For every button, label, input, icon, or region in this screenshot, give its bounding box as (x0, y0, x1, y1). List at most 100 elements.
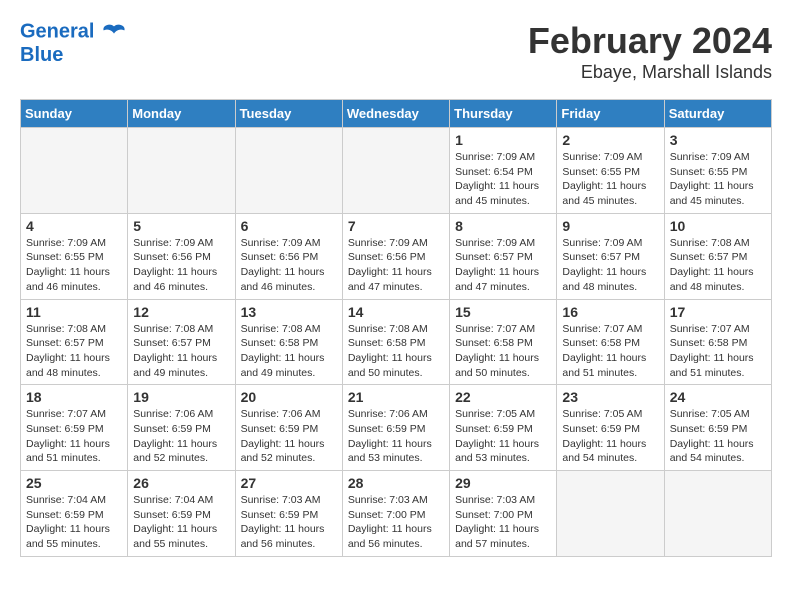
day-info: Sunrise: 7:03 AMSunset: 7:00 PMDaylight:… (348, 493, 444, 552)
month-title: February 2024 (528, 20, 772, 62)
calendar-cell: 28 Sunrise: 7:03 AMSunset: 7:00 PMDayligh… (342, 471, 449, 557)
calendar-cell: 6 Sunrise: 7:09 AMSunset: 6:56 PMDaylight… (235, 213, 342, 299)
day-number: 13 (241, 304, 337, 320)
day-number: 15 (455, 304, 551, 320)
logo-bird-icon (102, 20, 126, 44)
logo-general: General (20, 20, 94, 42)
day-info: Sunrise: 7:08 AMSunset: 6:58 PMDaylight:… (241, 322, 337, 381)
weekday-header-monday: Monday (128, 100, 235, 128)
day-info: Sunrise: 7:05 AMSunset: 6:59 PMDaylight:… (562, 407, 658, 466)
day-info: Sunrise: 7:03 AMSunset: 7:00 PMDaylight:… (455, 493, 551, 552)
calendar-table: SundayMondayTuesdayWednesdayThursdayFrid… (20, 99, 772, 557)
calendar-cell: 5Sunrise: 7:09 AMSunset: 6:56 PMDaylight… (128, 213, 235, 299)
day-info: Sunrise: 7:09 AMSunset: 6:56 PMDaylight:… (133, 236, 229, 295)
weekday-header-friday: Friday (557, 100, 664, 128)
page-header: General Blue February 2024 Ebaye, Marsha… (20, 20, 772, 83)
day-number: 1 (455, 132, 551, 148)
day-info: Sunrise: 7:04 AMSunset: 6:59 PMDaylight:… (133, 493, 229, 552)
day-info: Sunrise: 7:07 AMSunset: 6:58 PMDaylight:… (562, 322, 658, 381)
week-row-5: 25 Sunrise: 7:04 AMSunset: 6:59 PMDayligh… (21, 471, 772, 557)
day-number: 24 (670, 389, 766, 405)
day-info: Sunrise: 7:09 AMSunset: 6:57 PMDaylight:… (562, 236, 658, 295)
logo: General Blue (20, 20, 126, 66)
day-info: Sunrise: 7:09 AMSunset: 6:55 PMDaylight:… (562, 150, 658, 209)
calendar-cell (557, 471, 664, 557)
day-info: Sunrise: 7:06 AMSunset: 6:59 PMDaylight:… (241, 407, 337, 466)
day-number: 7 (348, 218, 444, 234)
calendar-cell: 8 Sunrise: 7:09 AMSunset: 6:57 PMDaylight… (450, 213, 557, 299)
weekday-header-sunday: Sunday (21, 100, 128, 128)
day-info: Sunrise: 7:09 AMSunset: 6:57 PMDaylight:… (455, 236, 551, 295)
calendar-cell: 14 Sunrise: 7:08 AMSunset: 6:58 PMDayligh… (342, 299, 449, 385)
day-info: Sunrise: 7:04 AMSunset: 6:59 PMDaylight:… (26, 493, 122, 552)
day-number: 2 (562, 132, 658, 148)
day-info: Sunrise: 7:08 AMSunset: 6:57 PMDaylight:… (670, 236, 766, 295)
day-number: 23 (562, 389, 658, 405)
day-number: 14 (348, 304, 444, 320)
day-info: Sunrise: 7:07 AMSunset: 6:58 PMDaylight:… (670, 322, 766, 381)
day-info: Sunrise: 7:06 AMSunset: 6:59 PMDaylight:… (133, 407, 229, 466)
week-row-4: 18 Sunrise: 7:07 AMSunset: 6:59 PMDayligh… (21, 385, 772, 471)
day-number: 3 (670, 132, 766, 148)
calendar-cell: 12Sunrise: 7:08 AMSunset: 6:57 PMDayligh… (128, 299, 235, 385)
day-info: Sunrise: 7:07 AMSunset: 6:58 PMDaylight:… (455, 322, 551, 381)
day-number: 20 (241, 389, 337, 405)
calendar-cell: 26Sunrise: 7:04 AMSunset: 6:59 PMDayligh… (128, 471, 235, 557)
day-number: 17 (670, 304, 766, 320)
day-number: 10 (670, 218, 766, 234)
calendar-cell: 22Sunrise: 7:05 AMSunset: 6:59 PMDayligh… (450, 385, 557, 471)
calendar-cell: 29 Sunrise: 7:03 AMSunset: 7:00 PMDayligh… (450, 471, 557, 557)
week-row-1: 1 Sunrise: 7:09 AMSunset: 6:54 PMDaylight… (21, 128, 772, 214)
calendar-cell: 3 Sunrise: 7:09 AMSunset: 6:55 PMDaylight… (664, 128, 771, 214)
weekday-header-tuesday: Tuesday (235, 100, 342, 128)
calendar-cell: 9 Sunrise: 7:09 AMSunset: 6:57 PMDaylight… (557, 213, 664, 299)
day-number: 27 (241, 475, 337, 491)
day-info: Sunrise: 7:09 AMSunset: 6:56 PMDaylight:… (241, 236, 337, 295)
day-info: Sunrise: 7:07 AMSunset: 6:59 PMDaylight:… (26, 407, 122, 466)
calendar-cell (235, 128, 342, 214)
day-number: 19 (133, 389, 229, 405)
day-number: 21 (348, 389, 444, 405)
location-title: Ebaye, Marshall Islands (528, 62, 772, 83)
day-number: 11 (26, 304, 122, 320)
calendar-cell (21, 128, 128, 214)
day-number: 6 (241, 218, 337, 234)
weekday-header-thursday: Thursday (450, 100, 557, 128)
day-number: 22 (455, 389, 551, 405)
calendar-cell: 4 Sunrise: 7:09 AMSunset: 6:55 PMDaylight… (21, 213, 128, 299)
calendar-cell: 23 Sunrise: 7:05 AMSunset: 6:59 PMDayligh… (557, 385, 664, 471)
day-info: Sunrise: 7:03 AMSunset: 6:59 PMDaylight:… (241, 493, 337, 552)
calendar-cell (342, 128, 449, 214)
calendar-cell: 1 Sunrise: 7:09 AMSunset: 6:54 PMDaylight… (450, 128, 557, 214)
day-number: 4 (26, 218, 122, 234)
day-info: Sunrise: 7:08 AMSunset: 6:57 PMDaylight:… (26, 322, 122, 381)
calendar-cell: 7 Sunrise: 7:09 AMSunset: 6:56 PMDaylight… (342, 213, 449, 299)
day-info: Sunrise: 7:05 AMSunset: 6:59 PMDaylight:… (670, 407, 766, 466)
week-row-3: 11 Sunrise: 7:08 AMSunset: 6:57 PMDayligh… (21, 299, 772, 385)
day-number: 8 (455, 218, 551, 234)
calendar-cell: 11 Sunrise: 7:08 AMSunset: 6:57 PMDayligh… (21, 299, 128, 385)
day-number: 25 (26, 475, 122, 491)
day-info: Sunrise: 7:08 AMSunset: 6:58 PMDaylight:… (348, 322, 444, 381)
weekday-header-row: SundayMondayTuesdayWednesdayThursdayFrid… (21, 100, 772, 128)
day-info: Sunrise: 7:09 AMSunset: 6:55 PMDaylight:… (26, 236, 122, 295)
day-number: 9 (562, 218, 658, 234)
logo-blue: Blue (20, 44, 126, 66)
day-info: Sunrise: 7:09 AMSunset: 6:55 PMDaylight:… (670, 150, 766, 209)
day-number: 29 (455, 475, 551, 491)
calendar-cell: 20 Sunrise: 7:06 AMSunset: 6:59 PMDayligh… (235, 385, 342, 471)
calendar-cell: 21Sunrise: 7:06 AMSunset: 6:59 PMDayligh… (342, 385, 449, 471)
day-number: 12 (133, 304, 229, 320)
day-info: Sunrise: 7:09 AMSunset: 6:54 PMDaylight:… (455, 150, 551, 209)
calendar-cell: 13 Sunrise: 7:08 AMSunset: 6:58 PMDayligh… (235, 299, 342, 385)
day-number: 28 (348, 475, 444, 491)
calendar-cell: 16Sunrise: 7:07 AMSunset: 6:58 PMDayligh… (557, 299, 664, 385)
calendar-cell (664, 471, 771, 557)
calendar-cell (128, 128, 235, 214)
calendar-cell: 25 Sunrise: 7:04 AMSunset: 6:59 PMDayligh… (21, 471, 128, 557)
calendar-cell: 24 Sunrise: 7:05 AMSunset: 6:59 PMDayligh… (664, 385, 771, 471)
day-info: Sunrise: 7:09 AMSunset: 6:56 PMDaylight:… (348, 236, 444, 295)
day-number: 18 (26, 389, 122, 405)
calendar-cell: 15 Sunrise: 7:07 AMSunset: 6:58 PMDayligh… (450, 299, 557, 385)
calendar-cell: 27 Sunrise: 7:03 AMSunset: 6:59 PMDayligh… (235, 471, 342, 557)
